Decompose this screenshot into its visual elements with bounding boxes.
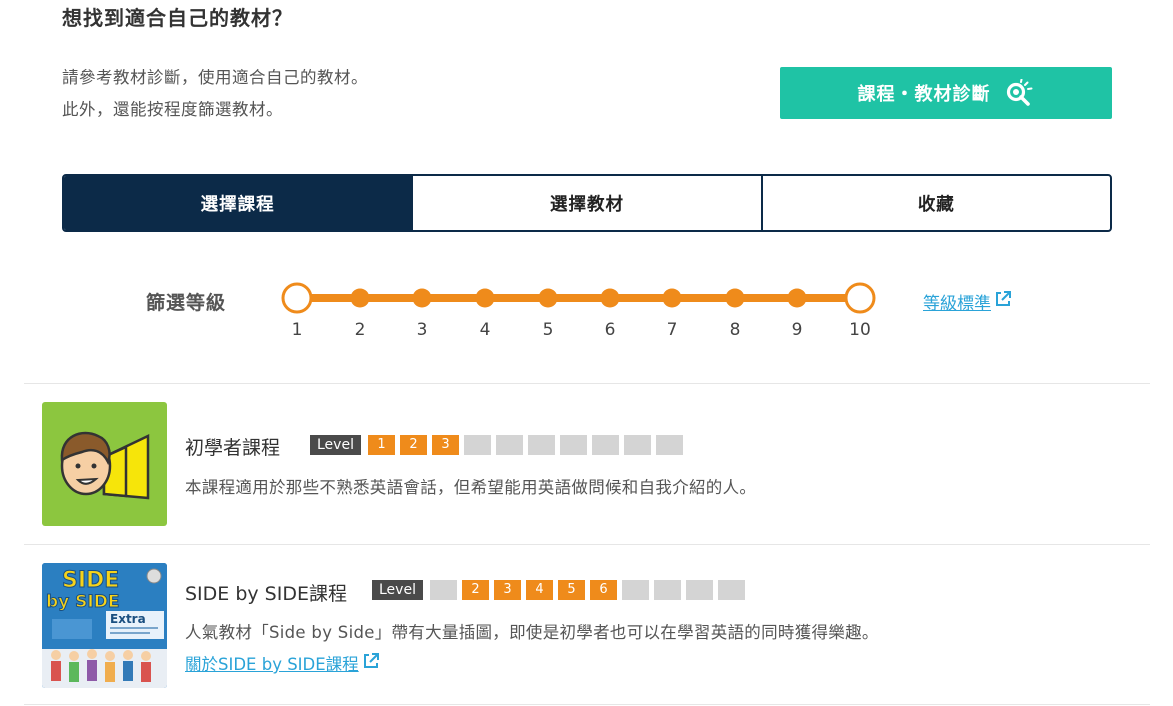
level-box: 3 xyxy=(493,580,521,600)
course-thumbnail-side-by-side[interactable]: SIDE by SIDE Extra xyxy=(42,563,167,688)
cover-title-side: SIDE xyxy=(62,568,119,593)
slider-step-dot xyxy=(725,288,745,308)
external-link-icon xyxy=(362,652,380,674)
level-box xyxy=(621,580,649,600)
level-box xyxy=(653,580,681,600)
level-tag: Level xyxy=(372,580,423,600)
level-box xyxy=(429,580,457,600)
search-icon xyxy=(1005,79,1035,107)
slider-track xyxy=(281,282,876,314)
filter-level-label: 篩選等級 xyxy=(146,292,227,314)
slider-tick: 5 xyxy=(542,320,554,340)
side-by-side-book-cover: SIDE by SIDE Extra xyxy=(42,563,167,688)
course-title-side-by-side[interactable]: SIDE by SIDE課程 xyxy=(185,579,347,606)
divider xyxy=(24,704,1150,705)
about-side-by-side-link[interactable]: 關於SIDE by SIDE課程 xyxy=(185,651,380,675)
level-box: 5 xyxy=(557,580,585,600)
beginner-mark-icon xyxy=(60,431,150,500)
slider-tick: 6 xyxy=(604,320,616,340)
slider-step-dot xyxy=(600,288,620,308)
about-side-by-side-link-label: 關於SIDE by SIDE課程 xyxy=(185,655,359,674)
level-indicator-side-by-side: Level 2 3 4 5 6 xyxy=(372,580,745,600)
level-box xyxy=(527,435,555,455)
level-box xyxy=(495,435,523,455)
slider-step-dot xyxy=(412,288,432,308)
divider xyxy=(24,383,1150,384)
tab-select-course[interactable]: 選擇課程 xyxy=(64,176,412,230)
slider-tick: 8 xyxy=(729,320,741,340)
intro-text-1: 請參考教材診斷，使用適合自己的教材。 xyxy=(62,68,368,87)
level-box: 2 xyxy=(461,580,489,600)
course-description-beginner: 本課程適用於那些不熟悉英語會話，但希望能用英語做問候和自我介紹的人。 xyxy=(185,478,757,497)
external-link-icon xyxy=(994,290,1012,313)
level-box xyxy=(463,435,491,455)
level-box xyxy=(623,435,651,455)
level-box: 6 xyxy=(589,580,617,600)
course-title-beginner[interactable]: 初學者課程 xyxy=(185,433,280,460)
slider-step-dot xyxy=(662,288,682,308)
slider-handle-max[interactable] xyxy=(844,282,876,314)
slider-tick: 2 xyxy=(354,320,366,340)
diagnosis-button-label: 課程・教材診斷 xyxy=(857,84,991,105)
slider-tick: 3 xyxy=(416,320,428,340)
diagnosis-button[interactable]: 課程・教材診斷 xyxy=(780,67,1112,119)
level-standard-link-label: 等級標準 xyxy=(923,294,991,314)
level-box xyxy=(717,580,745,600)
level-box: 4 xyxy=(525,580,553,600)
slider-step-dot xyxy=(350,288,370,308)
tab-favorites[interactable]: 收藏 xyxy=(760,176,1110,230)
level-tag: Level xyxy=(310,435,361,455)
cover-title-by-side: by SIDE xyxy=(46,592,119,612)
course-thumbnail-beginner[interactable] xyxy=(42,402,167,526)
level-box xyxy=(591,435,619,455)
level-indicator-beginner: Level 1 2 3 xyxy=(310,435,683,455)
course-description-side-by-side: 人氣教材「Side by Side」帶有大量插圖，即使是初學者也可以在學習英語的… xyxy=(185,623,879,642)
slider-step-dot xyxy=(787,288,807,308)
tab-bar: 選擇課程 選擇教材 收藏 xyxy=(62,174,1112,232)
slider-tick: 9 xyxy=(791,320,803,340)
page-title: 想找到適合自己的教材？ xyxy=(62,6,293,30)
level-box xyxy=(655,435,683,455)
slider-tick: 4 xyxy=(479,320,491,340)
level-box: 3 xyxy=(431,435,459,455)
slider-step-dot xyxy=(475,288,495,308)
level-range-slider[interactable]: 1 2 3 4 5 6 7 8 9 10 xyxy=(270,276,890,346)
cover-title-extra: Extra xyxy=(110,612,146,626)
slider-tick: 10 xyxy=(849,320,871,340)
tab-select-material[interactable]: 選擇教材 xyxy=(411,176,760,230)
level-standard-link[interactable]: 等級標準 xyxy=(923,289,1012,314)
divider xyxy=(24,544,1150,545)
intro-text-2: 此外，還能按程度篩選教材。 xyxy=(62,100,283,119)
level-box: 1 xyxy=(367,435,395,455)
level-box xyxy=(559,435,587,455)
slider-handle-min[interactable] xyxy=(281,282,313,314)
slider-tick: 7 xyxy=(666,320,678,340)
level-box xyxy=(685,580,713,600)
level-box: 2 xyxy=(399,435,427,455)
slider-step-dot xyxy=(538,288,558,308)
slider-tick: 1 xyxy=(291,320,303,340)
